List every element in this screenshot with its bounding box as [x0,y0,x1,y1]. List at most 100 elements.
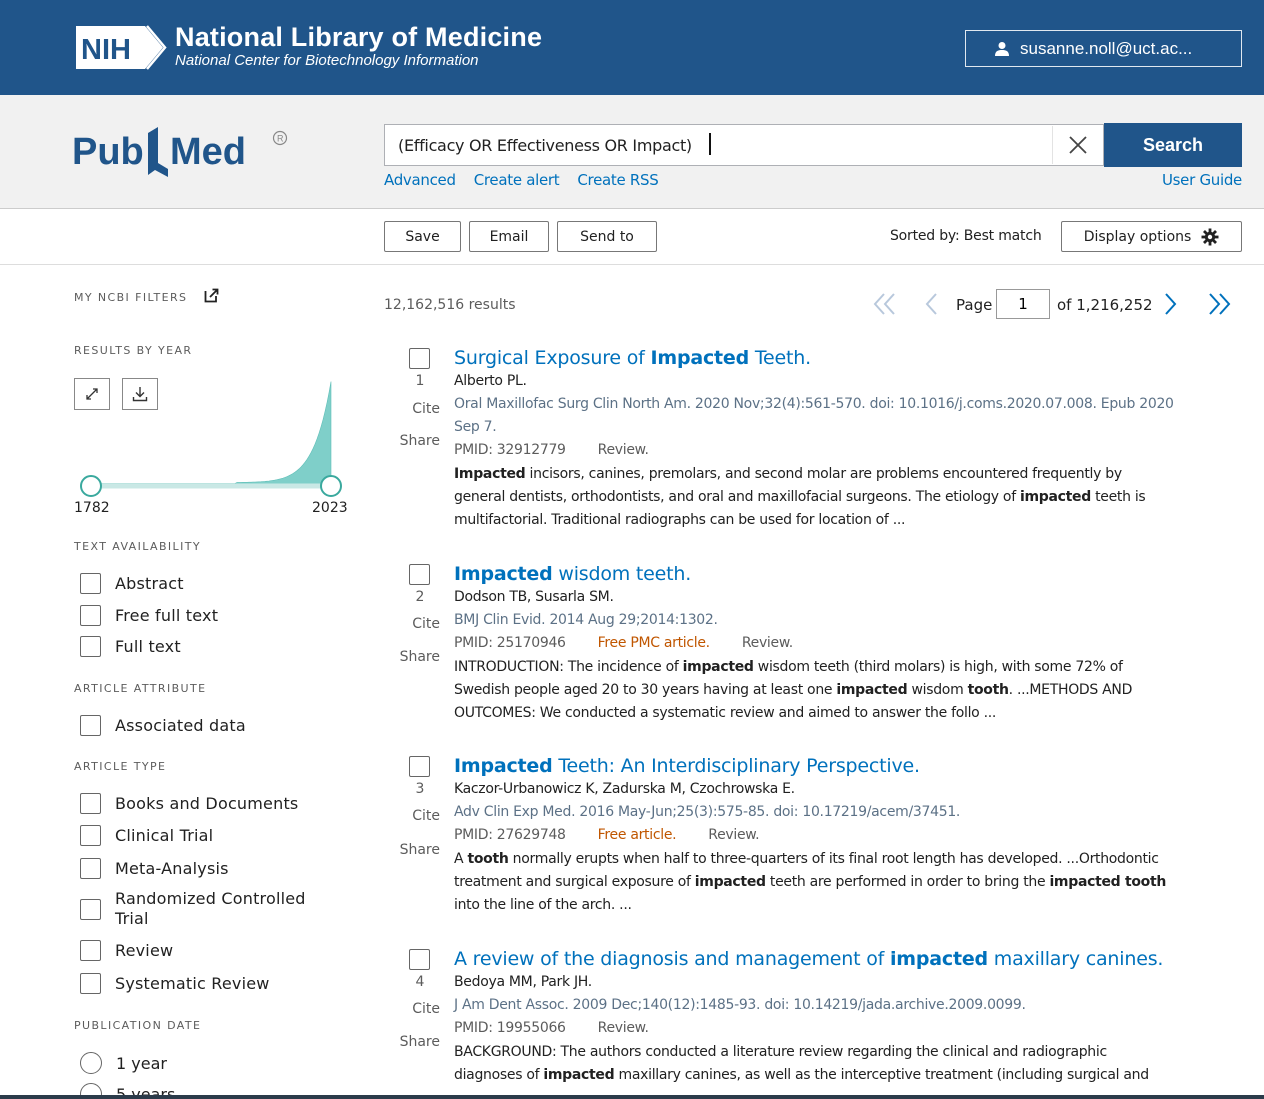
result-authors: Alberto PL. [454,373,527,389]
filter-associated-data[interactable]: Associated data [80,715,246,736]
checkbox[interactable] [80,973,101,994]
filter-meta-analysis[interactable]: Meta-Analysis [80,858,229,879]
my-ncbi-filters-heading[interactable]: MY NCBI FILTERS [74,291,187,304]
result-citation: Oral Maxillofac Surg Clin North Am. 2020… [454,396,1174,412]
title-highlight: impacted [889,948,988,970]
article-type-heading: ARTICLE TYPE [74,760,167,773]
filter-label: Associated data [115,716,246,735]
search-button[interactable]: Search [1104,123,1242,167]
pmid: PMID: 32912779 [454,442,566,458]
result-title[interactable]: Impacted wisdom teeth. [454,563,691,585]
search-input[interactable] [385,125,1050,165]
share-button[interactable]: Share [384,649,440,665]
advanced-link[interactable]: Advanced [384,171,456,189]
article-type: Review. [597,1020,649,1036]
result-checkbox[interactable] [409,348,430,369]
checkbox[interactable] [80,825,101,846]
filter-full-text[interactable]: Full text [80,636,181,657]
email-button[interactable]: Email [469,221,549,252]
user-guide-link[interactable]: User Guide [1162,171,1242,189]
nih-logo[interactable]: NIH [73,23,167,72]
next-page-icon[interactable] [1162,290,1180,318]
snippet-text: . ...METHODS AND [1008,682,1133,698]
pmid: PMID: 25170946 [454,635,566,651]
create-rss-link[interactable]: Create RSS [577,171,658,189]
radio-button[interactable] [80,1052,102,1074]
filter-randomized-controlled-trial[interactable]: Randomized Controlled Trial [80,889,325,929]
results-by-year-histogram[interactable] [74,378,354,498]
external-link-icon[interactable] [204,288,219,303]
share-button[interactable]: Share [384,842,440,858]
filter-free-full-text[interactable]: Free full text [80,605,218,626]
result-checkbox[interactable] [409,564,430,585]
date-1-year[interactable]: 1 year [80,1052,167,1074]
filter-review[interactable]: Review [80,940,173,961]
filter-systematic-review[interactable]: Systematic Review [80,973,270,994]
result-snippet-line: Impacted incisors, canines, premolars, a… [454,463,1244,486]
cite-button[interactable]: Cite [384,401,440,417]
checkbox[interactable] [80,573,101,594]
user-icon [995,41,1009,56]
filter-clinical-trial[interactable]: Clinical Trial [80,825,213,846]
result-authors: Bedoya MM, Park JH. [454,974,592,990]
result-pmid-line: PMID: 19955066 Review. [454,1017,1244,1040]
article-attribute-heading: ARTICLE ATTRIBUTE [74,682,207,695]
result-title[interactable]: Impacted Teeth: An Interdisciplinary Per… [454,755,920,777]
checkbox[interactable] [80,715,101,736]
filter-label: Clinical Trial [115,826,214,845]
account-button[interactable]: susanne.noll@uct.ac... [965,30,1242,67]
cite-button[interactable]: Cite [384,1001,440,1017]
result-checkbox[interactable] [409,756,430,777]
nlm-title[interactable]: National Library of Medicine [175,22,542,53]
page-number-input[interactable] [996,289,1050,319]
result-title[interactable]: A review of the diagnosis and management… [454,948,1163,970]
share-button[interactable]: Share [384,1034,440,1050]
checkbox[interactable] [80,793,101,814]
send-to-button[interactable]: Send to [557,221,657,252]
filter-abstract[interactable]: Abstract [80,573,184,594]
filter-label: Abstract [115,574,184,593]
year-end-label: 2023 [312,500,348,516]
result-pmid-line: PMID: 27629748 Free article. Review. [454,824,1244,847]
snippet-text: wisdom teeth (third molars) is high, wit… [753,659,1123,675]
checkbox[interactable] [80,858,101,879]
result-snippet-line: into the line of the arch. ... [454,894,1244,917]
result-count: 12,162,516 results [384,297,516,313]
result-snippet-line: general dentists, orthodontists, and ora… [454,486,1244,509]
free-pmc-article-link[interactable]: Free PMC article. [598,632,710,655]
first-page-icon[interactable] [872,290,898,318]
last-page-icon[interactable] [1206,290,1232,318]
create-alert-link[interactable]: Create alert [474,171,560,189]
result-title[interactable]: Surgical Exposure of Impacted Teeth. [454,347,811,369]
share-button[interactable]: Share [384,433,440,449]
snippet-highlight: impacted tooth [1049,874,1167,890]
snippet-text: diagnoses of [454,1067,544,1083]
nih-logo-text: NIH [81,34,131,66]
filter-label: Review [115,941,174,960]
save-button[interactable]: Save [384,221,461,252]
sorted-by[interactable]: Sorted by: Best match [890,228,1042,244]
snippet-highlight: impacted [543,1067,615,1083]
filter-books-and-documents[interactable]: Books and Documents [80,793,298,814]
snippet-text: teeth are performed in order to bring th… [765,874,1050,890]
checkbox[interactable] [80,898,101,920]
snippet-highlight: impacted [694,874,766,890]
free-article-link[interactable]: Free article. [598,824,677,847]
result-checkbox[interactable] [409,949,430,970]
result-snippet-line: Swedish people aged 20 to 30 years havin… [454,679,1244,702]
title-part: wisdom teeth. [552,563,692,585]
title-highlight: Impacted [454,563,553,585]
checkbox[interactable] [80,636,101,657]
filter-label: Full text [115,637,181,656]
pubmed-logo[interactable]: Pub Med R [72,117,292,181]
display-options-button[interactable]: Display options [1061,221,1242,252]
result-snippet-line: A tooth normally erupts when half to thr… [454,848,1244,871]
cite-button[interactable]: Cite [384,808,440,824]
previous-page-icon[interactable] [922,290,940,318]
checkbox[interactable] [80,940,101,961]
snippet-text: treatment and surgical exposure of [454,874,695,890]
cite-button[interactable]: Cite [384,616,440,632]
clear-search-button[interactable] [1052,126,1102,164]
checkbox[interactable] [80,605,101,626]
result-citation: J Am Dent Assoc. 2009 Dec;140(12):1485-9… [454,997,1026,1013]
